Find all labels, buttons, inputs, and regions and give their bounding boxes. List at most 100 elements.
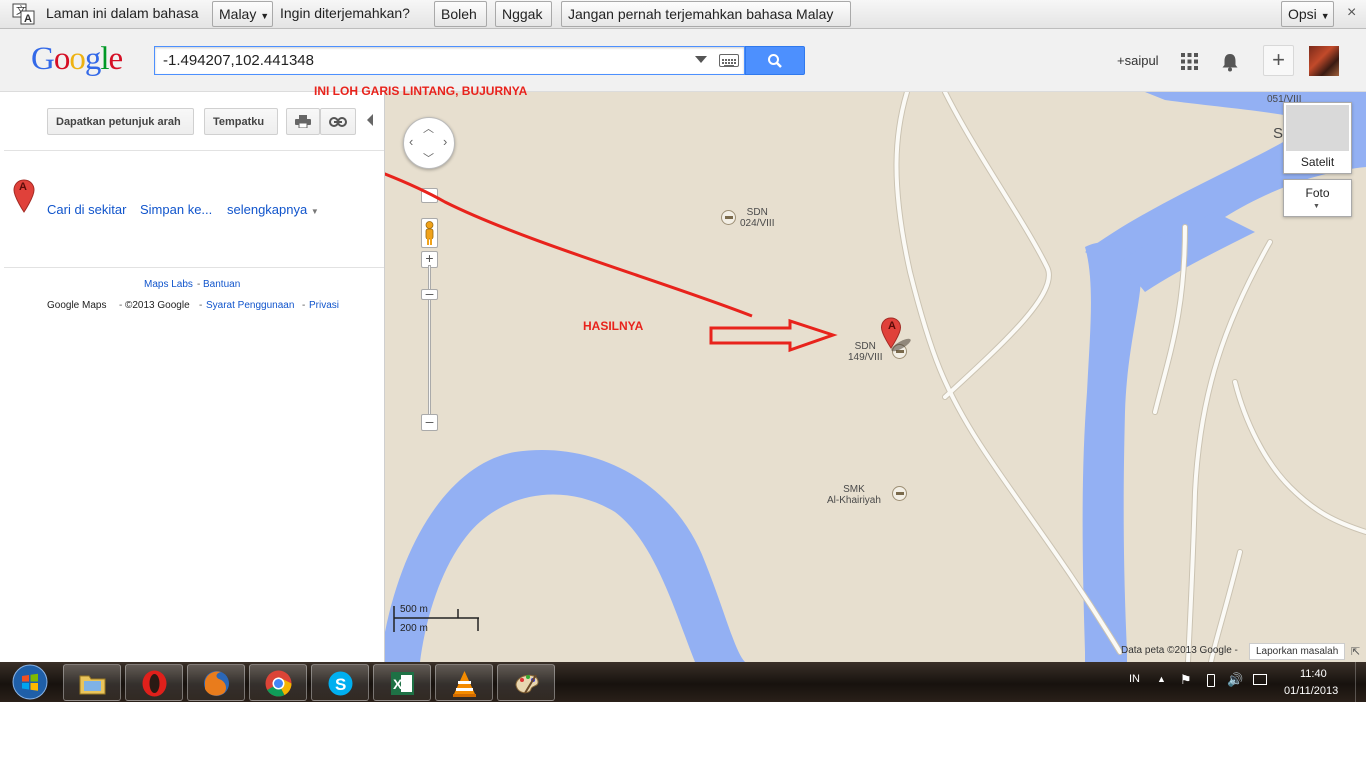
pan-left-icon[interactable]: ‹ bbox=[409, 134, 413, 149]
translate-infobar: 文 A Laman ini dalam bahasa Malay ▼ Ingin… bbox=[0, 0, 1366, 29]
battery-icon[interactable] bbox=[1207, 674, 1215, 687]
more-link[interactable]: selengkapnya ▼ bbox=[227, 202, 319, 217]
taskbar-vlc-button[interactable] bbox=[435, 664, 493, 701]
logo-letter: e bbox=[108, 41, 124, 77]
search-dropdown-arrow-icon[interactable] bbox=[695, 56, 707, 63]
search-nearby-link[interactable]: Cari di sekitar bbox=[47, 202, 126, 217]
scale-imperial-label: 200 m bbox=[400, 623, 428, 634]
poi-line: 149/VIII bbox=[848, 352, 883, 363]
coords-annotation: INI LOH GARIS LINTANG, BUJURNYA bbox=[314, 84, 528, 98]
satellite-toggle-button[interactable]: Satelit bbox=[1283, 102, 1352, 174]
poi-line: Al-Khairiyah bbox=[827, 495, 881, 506]
product-name: Google Maps bbox=[47, 300, 107, 311]
pan-right-icon[interactable]: › bbox=[443, 134, 447, 149]
zoom-slider-handle[interactable]: – bbox=[421, 286, 438, 300]
separator: - bbox=[199, 300, 203, 311]
school-icon[interactable] bbox=[721, 210, 736, 225]
search-box bbox=[154, 46, 745, 75]
taskbar-excel-button[interactable]: X bbox=[373, 664, 431, 701]
user-profile-link[interactable]: +saipul bbox=[1117, 53, 1159, 68]
translate-yes-button[interactable]: Boleh bbox=[434, 1, 487, 27]
logo-letter: g bbox=[84, 41, 101, 77]
search-button[interactable] bbox=[745, 46, 805, 75]
get-directions-button[interactable]: Dapatkan petunjuk arah bbox=[47, 108, 194, 135]
school-icon[interactable] bbox=[892, 486, 907, 501]
logo-letter: G bbox=[31, 41, 55, 77]
share-plus-button[interactable]: + bbox=[1263, 45, 1294, 76]
help-link[interactable]: Bantuan bbox=[203, 279, 240, 290]
terms-link[interactable]: Syarat Penggunaan bbox=[206, 300, 294, 311]
chevron-down-icon: ▼ bbox=[1320, 11, 1330, 21]
keyboard-icon[interactable] bbox=[719, 54, 739, 67]
show-hidden-icons-icon[interactable]: ▲ bbox=[1157, 674, 1166, 684]
left-panel: Dapatkan petunjuk arah Tempatku A Cari d… bbox=[0, 92, 385, 662]
windows-taskbar: S X IN ▲ ⚑ 🔊 11:40 01/11/2013 bbox=[0, 662, 1366, 702]
map-canvas[interactable]: 051/VIII S SDN 024/VIII SDN 149/VIII SMK… bbox=[385, 92, 1366, 662]
result-marker-icon[interactable] bbox=[879, 317, 919, 353]
satellite-thumbnail bbox=[1286, 105, 1349, 151]
print-icon bbox=[295, 115, 311, 128]
excel-icon: X bbox=[391, 672, 414, 695]
zoom-out-button[interactable]: – bbox=[421, 414, 438, 431]
poi-label-sdn-149[interactable]: SDN 149/VIII bbox=[848, 341, 882, 363]
privacy-link[interactable]: Privasi bbox=[309, 300, 339, 311]
vlc-icon bbox=[453, 671, 476, 697]
google-header: Google +saipul bbox=[0, 29, 1366, 92]
maps-labs-link[interactable]: Maps Labs bbox=[144, 279, 193, 290]
clock-time[interactable]: 11:40 bbox=[1300, 668, 1327, 680]
pan-control[interactable]: ︿ ﹀ ‹ › bbox=[403, 117, 455, 169]
volume-icon[interactable]: 🔊 bbox=[1227, 672, 1243, 688]
google-logo[interactable]: Google bbox=[31, 41, 124, 78]
input-language-indicator[interactable]: IN bbox=[1129, 673, 1140, 685]
poi-line: 024/VIII bbox=[740, 218, 775, 229]
poi-label-smk-al-khairiyah[interactable]: SMK Al-Khairiyah bbox=[827, 484, 881, 506]
apps-grid-icon[interactable] bbox=[1181, 53, 1198, 70]
taskbar-explorer-button[interactable] bbox=[63, 664, 121, 701]
notifications-bell-icon[interactable] bbox=[1220, 52, 1240, 72]
chrome-icon bbox=[265, 670, 292, 697]
language-dropdown[interactable]: Malay ▼ bbox=[212, 1, 273, 27]
search-input[interactable] bbox=[155, 47, 695, 74]
link-button[interactable] bbox=[320, 108, 356, 135]
close-icon[interactable]: × bbox=[1347, 4, 1356, 22]
taskbar-skype-button[interactable]: S bbox=[311, 664, 369, 701]
print-button[interactable] bbox=[286, 108, 320, 135]
photos-label: Foto bbox=[1305, 186, 1330, 200]
taskbar-opera-button[interactable] bbox=[125, 664, 183, 701]
translate-no-button[interactable]: Nggak bbox=[495, 1, 552, 27]
pan-down-icon[interactable]: ﹀ bbox=[423, 150, 434, 166]
report-problem-link[interactable]: Laporkan masalah bbox=[1249, 643, 1346, 660]
separator: - bbox=[302, 300, 306, 311]
show-desktop-button[interactable] bbox=[1355, 662, 1366, 702]
poi-line: SMK bbox=[843, 484, 865, 495]
satellite-label: Satelit bbox=[1300, 155, 1335, 169]
blank-area bbox=[0, 702, 1366, 768]
divider bbox=[4, 150, 384, 151]
my-places-button[interactable]: Tempatku bbox=[204, 108, 278, 135]
poi-line: SDN bbox=[854, 341, 876, 352]
poi-label-sdn-024[interactable]: SDN 024/VIII bbox=[740, 207, 774, 229]
collapse-panel-icon[interactable] bbox=[367, 114, 373, 126]
start-button[interactable] bbox=[10, 664, 50, 701]
action-center-flag-icon[interactable]: ⚑ bbox=[1180, 672, 1192, 688]
network-icon[interactable] bbox=[1253, 674, 1267, 685]
result-annotation: HASILNYA bbox=[583, 319, 644, 333]
pan-up-icon[interactable]: ︿ bbox=[423, 120, 434, 136]
translate-options-button[interactable]: Opsi ▼ bbox=[1281, 1, 1334, 27]
separator: - bbox=[119, 300, 123, 311]
svg-text:S: S bbox=[335, 675, 346, 694]
expand-corner-icon[interactable]: ⇱ bbox=[1351, 645, 1360, 658]
map-attribution: Data peta ©2013 Google - bbox=[1121, 645, 1238, 656]
link-icon bbox=[329, 117, 347, 127]
taskbar-firefox-button[interactable] bbox=[187, 664, 245, 701]
taskbar-paint-button[interactable] bbox=[497, 664, 555, 701]
avatar[interactable] bbox=[1309, 46, 1339, 76]
clock-date[interactable]: 01/11/2013 bbox=[1284, 685, 1338, 697]
photos-toggle-button[interactable]: Foto ▼ bbox=[1283, 179, 1352, 217]
street-view-pegman-icon[interactable] bbox=[421, 218, 438, 248]
scale-bar: 500 m 200 m bbox=[393, 602, 483, 634]
zoom-in-small-button[interactable] bbox=[421, 188, 438, 203]
never-translate-button[interactable]: Jangan pernah terjemahkan bahasa Malay bbox=[561, 1, 851, 27]
save-to-link[interactable]: Simpan ke... bbox=[140, 202, 212, 217]
taskbar-chrome-button[interactable] bbox=[249, 664, 307, 701]
